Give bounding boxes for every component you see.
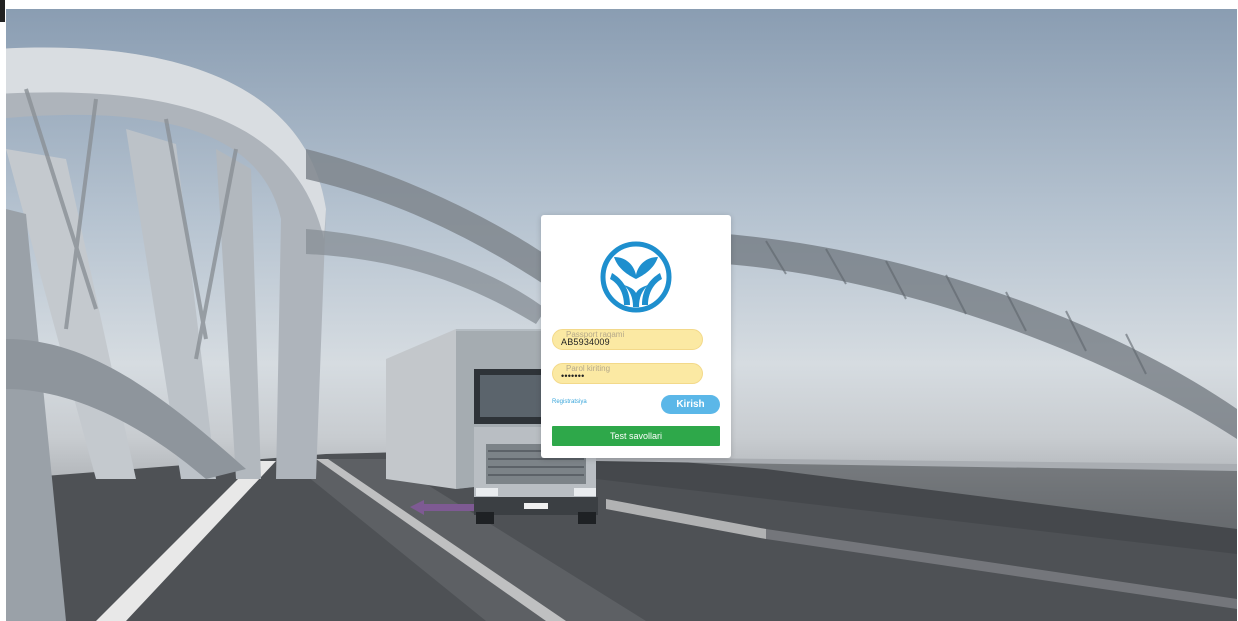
test-questions-button[interactable]: Test savollari — [552, 426, 720, 446]
password-input[interactable]: Parol kiriting ••••••• — [552, 363, 703, 384]
passport-value: AB5934009 — [561, 337, 610, 347]
login-card: Passport raqami AB5934009 Parol kiriting… — [541, 215, 731, 458]
login-button[interactable]: Kirish — [661, 395, 720, 414]
corner-mark — [0, 0, 5, 22]
password-value: ••••••• — [561, 371, 585, 381]
register-link[interactable]: Registratsiya — [552, 399, 587, 405]
brand-logo-icon — [600, 241, 672, 313]
passport-input[interactable]: Passport raqami AB5934009 — [552, 329, 703, 350]
